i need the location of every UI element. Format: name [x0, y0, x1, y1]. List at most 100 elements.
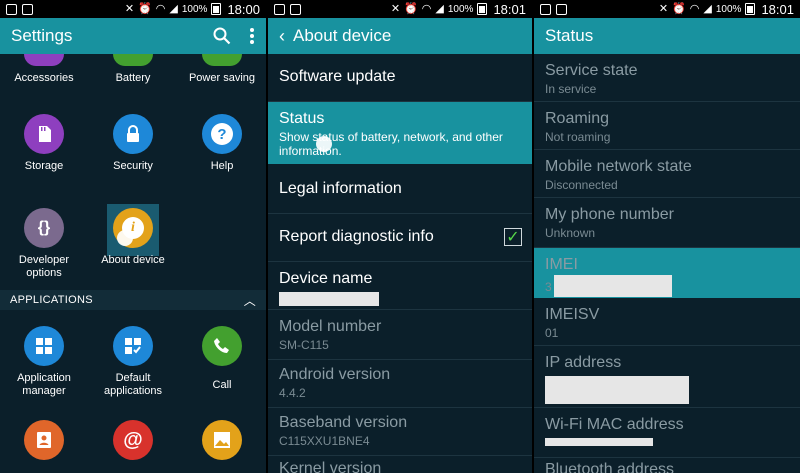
list-item-legal-information[interactable]: Legal information: [268, 164, 532, 214]
status-panel: ✕ ⏰ ◠ ◢ 100% 18:01 Status Service state …: [534, 0, 800, 473]
list-item-title: Bluetooth address: [545, 461, 674, 473]
settings-item-help[interactable]: ? Help: [178, 114, 266, 173]
list-item-subtitle: In service: [545, 82, 597, 96]
default-apps-icon: [113, 326, 153, 366]
list-item-software-update[interactable]: Software update: [268, 54, 532, 102]
list-item-report-diagnostic-info[interactable]: Report diagnostic info ✓: [268, 214, 532, 262]
wifi-icon: ◠: [689, 3, 700, 15]
settings-item-security[interactable]: Security: [89, 114, 177, 173]
mute-icon: ✕: [124, 3, 135, 15]
battery-icon: [211, 3, 222, 15]
status-bar: ✕ ⏰ ◠ ◢ 100% 18:00: [0, 0, 266, 18]
settings-item-developer-options[interactable]: {} Developer options: [0, 208, 88, 280]
alarm-icon: ⏰: [404, 3, 418, 15]
redacted-value: [279, 292, 379, 306]
settings-item-label: About device: [101, 254, 165, 266]
settings-item-default-applications[interactable]: Default applications: [89, 326, 177, 398]
battery-icon: [745, 3, 756, 15]
help-icon: ?: [202, 114, 242, 154]
status-item-mobile-network-state: Mobile network state Disconnected: [534, 150, 800, 198]
list-item-title: Roaming: [545, 110, 610, 127]
settings-item-gallery[interactable]: [178, 420, 266, 460]
signal-icon: ◢: [703, 3, 712, 15]
settings-item-power-saving[interactable]: Power saving: [178, 54, 266, 85]
youtube-notification-icon: [290, 3, 301, 15]
about-device-panel: ✕ ⏰ ◠ ◢ 100% 18:01 ‹ About device Softwa…: [268, 0, 532, 473]
settings-item-label: Application manager: [17, 372, 71, 397]
status-item-roaming: Roaming Not roaming: [534, 102, 800, 150]
list-item-subtitle: SM-C115: [279, 338, 329, 352]
redacted-value: [553, 275, 672, 297]
list-item-title: IMEI: [545, 256, 578, 273]
settings-item-label: Help: [210, 160, 234, 172]
list-item-title: Status: [279, 110, 325, 127]
list-item-kernel-version: Kernel version: [268, 456, 532, 473]
battery-settings-icon: [113, 54, 153, 66]
wifi-icon: ◠: [155, 3, 166, 15]
mute-icon: ✕: [390, 3, 401, 15]
list-item-subtitle: 3: [545, 280, 552, 294]
back-chevron-icon[interactable]: ‹: [279, 26, 285, 47]
settings-item-email[interactable]: @: [89, 420, 177, 460]
status-bar: ✕ ⏰ ◠ ◢ 100% 18:01: [534, 0, 800, 18]
redacted-value: [545, 376, 689, 404]
list-item-title: My phone number: [545, 206, 674, 223]
battery-percent: 100%: [715, 3, 742, 15]
page-title: Status: [545, 26, 594, 45]
accessories-icon: [24, 54, 64, 66]
contacts-icon: [24, 420, 64, 460]
checkmark-icon: ✓: [506, 229, 520, 246]
alarm-icon: ⏰: [138, 3, 152, 15]
list-item-subtitle: C115XXU1BNE4: [279, 434, 370, 448]
list-item-title: Legal information: [279, 180, 402, 197]
list-item-subtitle: Disconnected: [545, 178, 618, 192]
overflow-menu-icon[interactable]: [249, 27, 255, 45]
signal-icon: ◢: [435, 3, 444, 15]
list-item-title: Report diagnostic info: [279, 228, 434, 245]
search-icon[interactable]: [213, 27, 231, 45]
list-item-title: Mobile network state: [545, 158, 692, 175]
status-item-imeisv: IMEISV 01: [534, 298, 800, 346]
list-item-android-version: Android version 4.4.2: [268, 360, 532, 408]
diagnostic-checkbox[interactable]: ✓: [504, 228, 522, 246]
settings-item-accessories[interactable]: Accessories: [0, 54, 88, 85]
status-item-service-state: Service state In service: [534, 54, 800, 102]
lock-icon: [113, 114, 153, 154]
gallery-notification-icon: [274, 3, 285, 15]
settings-item-battery[interactable]: Battery: [89, 54, 177, 85]
settings-item-call[interactable]: Call: [178, 326, 266, 392]
alarm-icon: ⏰: [672, 3, 686, 15]
braces-icon: {}: [24, 208, 64, 248]
list-item-status[interactable]: Status Show status of battery, network, …: [268, 102, 532, 164]
status-item-ip-address: IP address: [534, 346, 800, 408]
page-title: Settings: [11, 26, 73, 45]
page-title: About device: [293, 26, 392, 45]
grid-icon: [24, 326, 64, 366]
youtube-notification-icon: [22, 3, 33, 15]
list-item-title: Service state: [545, 62, 638, 79]
action-bar[interactable]: ‹ About device: [268, 18, 532, 54]
gallery-notification-icon: [540, 3, 551, 15]
clock: 18:01: [761, 1, 794, 17]
settings-item-storage[interactable]: Storage: [0, 114, 88, 173]
settings-item-label: Accessories: [14, 72, 74, 84]
touch-indicator: [117, 230, 133, 246]
status-item-bluetooth-address: Bluetooth address: [534, 458, 800, 473]
list-item-subtitle: 4.4.2: [279, 386, 306, 400]
section-header-applications[interactable]: APPLICATIONS ︿: [0, 290, 266, 310]
section-label: APPLICATIONS: [10, 294, 93, 306]
list-item-device-name[interactable]: Device name: [268, 262, 532, 310]
settings-item-contacts[interactable]: [0, 420, 88, 460]
settings-item-label: Power saving: [188, 72, 256, 84]
list-item-title: IMEISV: [545, 306, 600, 323]
power-saving-icon: [202, 54, 242, 66]
battery-icon: [477, 3, 488, 15]
list-item-model-number: Model number SM-C115: [268, 310, 532, 360]
redacted-value: [545, 438, 653, 446]
settings-item-application-manager[interactable]: Application manager: [0, 326, 88, 398]
settings-item-label: Storage: [24, 160, 64, 172]
settings-item-about-device[interactable]: i About device: [89, 208, 177, 267]
chevron-up-icon: ︿: [243, 293, 256, 308]
status-item-imei[interactable]: IMEI 3: [534, 248, 800, 298]
list-item-title: Wi-Fi MAC address: [545, 416, 684, 433]
